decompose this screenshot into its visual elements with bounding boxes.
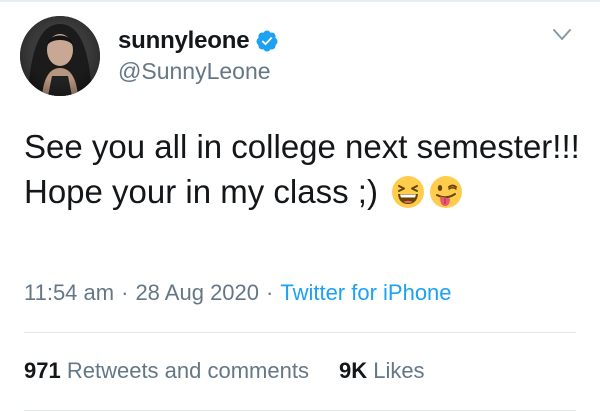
- meta-separator: ·: [121, 280, 129, 305]
- tweet-stats: 971 Retweets and comments 9K Likes: [24, 358, 425, 384]
- retweets-count: 971: [24, 358, 61, 383]
- retweets-label: Retweets and comments: [66, 358, 309, 383]
- meta-separator: ·: [266, 280, 274, 305]
- display-name[interactable]: sunnyleone: [118, 27, 250, 55]
- verified-badge-icon: [255, 29, 279, 53]
- tweet-text: See you all in college next semester!!! …: [24, 124, 584, 214]
- tweet-source-link[interactable]: Twitter for iPhone: [280, 280, 451, 305]
- divider: [24, 332, 576, 333]
- tweet-time[interactable]: 11:54 am: [24, 280, 114, 305]
- retweets-stat[interactable]: 971 Retweets and comments: [24, 358, 309, 384]
- avatar[interactable]: [20, 16, 100, 96]
- chevron-down-icon[interactable]: [552, 28, 572, 42]
- likes-stat[interactable]: 9K Likes: [339, 358, 425, 384]
- tweet-body: See you all in college next semester!!! …: [24, 128, 580, 210]
- likes-label: Likes: [373, 358, 425, 383]
- avatar-photo: [20, 16, 100, 96]
- user-handle[interactable]: @SunnyLeone: [118, 58, 271, 85]
- top-divider: [0, 0, 600, 2]
- grinning-squinting-face-emoji: [391, 175, 425, 209]
- divider: [24, 410, 576, 411]
- winking-face-with-tongue-emoji: [429, 175, 463, 209]
- name-row: sunnyleone: [118, 24, 279, 58]
- tweet-date[interactable]: 28 Aug 2020: [135, 280, 259, 305]
- tweet-meta: 11:54 am · 28 Aug 2020 · Twitter for iPhone: [24, 280, 452, 306]
- likes-count: 9K: [338, 358, 368, 383]
